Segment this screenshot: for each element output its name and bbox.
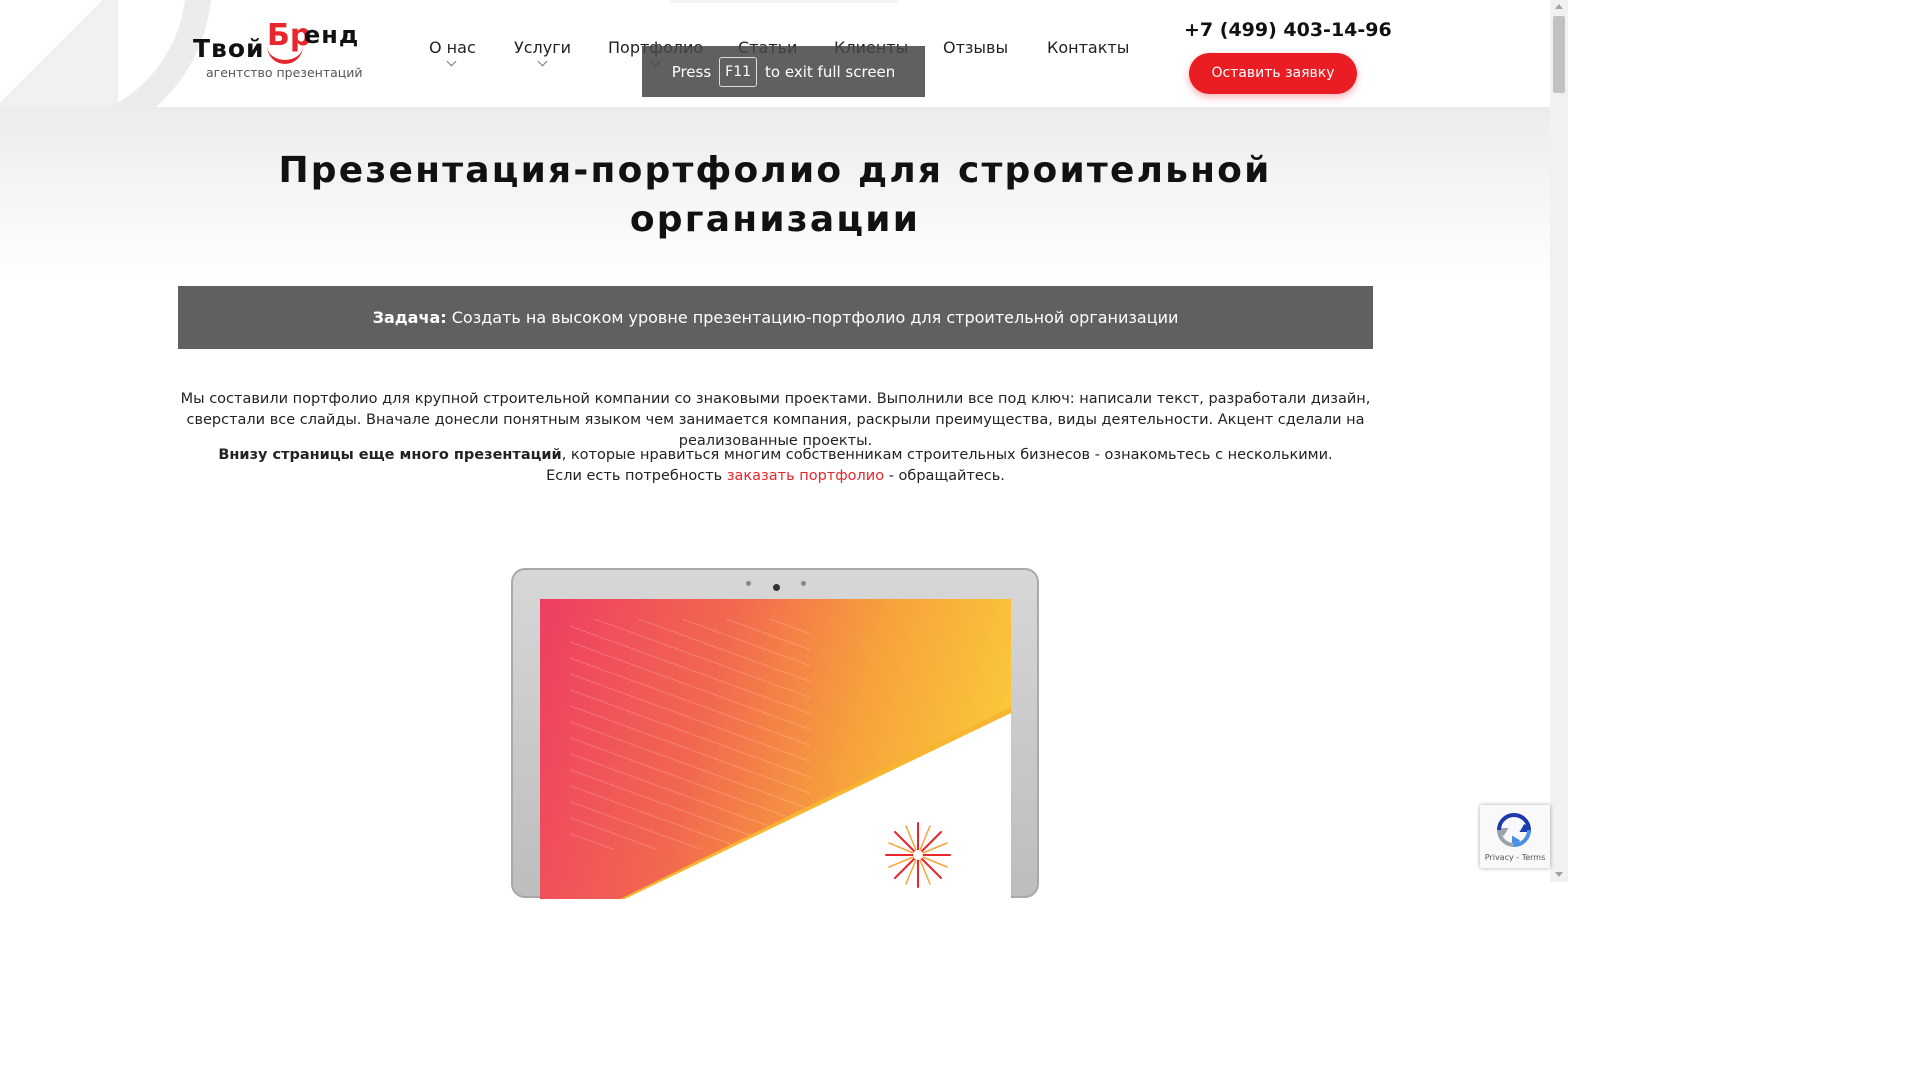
- page-title: Презентация-портфолио для строительной о…: [278, 150, 1272, 240]
- logo-word-end: енд: [304, 21, 360, 49]
- nav-item-label: Услуги: [514, 38, 572, 57]
- task-banner: Задача: Создать на высоком уровне презен…: [178, 286, 1373, 349]
- recaptcha-icon: [1496, 813, 1532, 848]
- nav-item-label: Контакты: [1047, 38, 1130, 57]
- nav-item-label: Отзывы: [943, 38, 1009, 57]
- site-logo[interactable]: Твой Бр енд агентство презентаций: [193, 18, 373, 84]
- nav-item-label: О нас: [429, 38, 476, 57]
- company-logo-burst-icon: [885, 822, 951, 888]
- leave-request-button[interactable]: Оставить заявку: [1189, 53, 1357, 94]
- more-presentations-note: Внизу страницы еще много презентаций, ко…: [178, 445, 1373, 487]
- f11-key: F11: [719, 56, 758, 87]
- order-suffix: - обращайтесь.: [884, 468, 1005, 484]
- chevron-down-icon: [537, 56, 547, 67]
- task-label: Задача:: [372, 308, 447, 327]
- scroll-down-arrow-icon[interactable]: [1555, 872, 1563, 877]
- slide-blueprint-texture: [570, 619, 810, 849]
- laptop-sensor: [746, 581, 751, 586]
- fullscreen-top-bar: [670, 0, 898, 3]
- logo-word-tvoy: Твой: [193, 34, 265, 63]
- nav-item-about[interactable]: О нас: [429, 38, 476, 67]
- note-rest: , которые нравиться многим собственникам…: [561, 447, 1333, 463]
- logo-smile-icon: [267, 46, 303, 64]
- chevron-down-icon: [446, 56, 457, 67]
- order-portfolio-link[interactable]: заказать портфолио: [727, 468, 884, 484]
- page-scrollbar[interactable]: [1550, 0, 1568, 882]
- fullscreen-notice: Press F11 to exit full screen: [642, 46, 925, 97]
- nav-item-services[interactable]: Услуги: [514, 38, 572, 67]
- laptop-sensor: [801, 581, 806, 586]
- scroll-up-arrow-icon[interactable]: [1555, 4, 1563, 9]
- laptop-mockup: [511, 568, 1039, 899]
- note-bold: Внизу страницы еще много презентаций: [218, 447, 562, 463]
- scrollbar-thumb[interactable]: [1553, 16, 1565, 93]
- recaptcha-badge[interactable]: Privacy - Terms: [1480, 805, 1550, 868]
- recaptcha-privacy-terms[interactable]: Privacy - Terms: [1480, 853, 1550, 862]
- nav-item-reviews[interactable]: Отзывы: [943, 38, 1008, 57]
- order-prefix: Если есть потребность: [546, 468, 727, 484]
- presentation-slide-preview[interactable]: [540, 599, 1011, 899]
- nav-item-contacts[interactable]: Контакты: [1047, 38, 1129, 57]
- logo-subtitle: агентство презентаций: [206, 65, 363, 80]
- project-description: Мы составили портфолио для крупной строи…: [180, 391, 1371, 449]
- laptop-camera-icon: [773, 584, 780, 591]
- task-text: Создать на высоком уровне презентацию-по…: [446, 308, 1179, 327]
- phone-number[interactable]: +7 (499) 403-14-96: [1184, 19, 1392, 41]
- fullscreen-exit-text: to exit full screen: [765, 62, 896, 81]
- fullscreen-press-text: Press: [671, 62, 712, 81]
